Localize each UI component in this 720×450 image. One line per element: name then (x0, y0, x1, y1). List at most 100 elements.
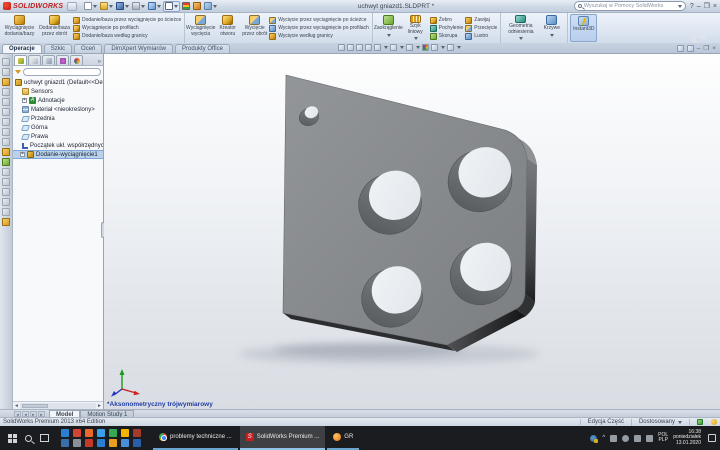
tree-item-origin[interactable]: Początek ukł. współrzędnych (20, 141, 103, 150)
taskbar-search-icon[interactable] (25, 435, 32, 442)
tab-szkic[interactable]: Szkic (44, 44, 72, 53)
mirror-button[interactable]: Lustro (465, 32, 497, 40)
tab-produkty-office[interactable]: Produkty Office (175, 44, 230, 53)
toolbar-icon[interactable] (2, 78, 10, 86)
boundary-cut-button[interactable]: Wycięcie według granicy (269, 32, 369, 40)
undo-button[interactable] (147, 1, 162, 12)
scrollbar-thumb[interactable] (22, 404, 48, 408)
reference-geometry-dropdown-icon[interactable] (519, 37, 523, 42)
tree-horizontal-scrollbar[interactable]: ◄ ► (13, 401, 103, 409)
doc-minimize-icon[interactable]: – (697, 44, 701, 53)
revolved-cut-button[interactable]: Wycięcie przez obrót (241, 14, 268, 42)
tree-filter-input[interactable] (23, 68, 101, 76)
help-search-box[interactable]: Wyszukaj w Pomocy SolidWorks (574, 1, 686, 11)
pane-icon-1[interactable] (677, 45, 684, 52)
graphics-area[interactable]: *Aksonometryczny trójwymiarowy (104, 54, 720, 409)
open-button[interactable] (99, 1, 114, 12)
tree-item-sensors[interactable]: Sensors (20, 87, 103, 96)
select-button[interactable] (163, 1, 180, 12)
toolbar-icon[interactable] (2, 168, 10, 176)
tag-status[interactable] (689, 419, 710, 425)
tree-item-gorna[interactable]: Górna (20, 123, 103, 132)
hole-wizard-button[interactable]: Kreator otworu (214, 14, 241, 42)
appearance-button[interactable] (203, 1, 218, 12)
instant3d-toggle[interactable]: Instant3D (570, 14, 597, 42)
fillet-dropdown-icon[interactable] (387, 34, 391, 39)
toolbar-icon[interactable] (2, 148, 10, 156)
units-selector[interactable]: Dostosowany (631, 419, 689, 426)
tray-chevron-icon[interactable]: ^ (602, 435, 605, 441)
displaymanager-tab[interactable] (70, 55, 83, 65)
shell-button[interactable]: Skorupa (430, 32, 463, 40)
volume-icon[interactable] (634, 435, 641, 442)
linear-pattern-dropdown-icon[interactable] (414, 37, 418, 42)
pinned-app-icon[interactable] (73, 429, 81, 437)
part-model[interactable] (104, 54, 720, 409)
pinned-app-icon[interactable] (109, 439, 117, 447)
toolbar-icon[interactable] (2, 208, 10, 216)
restore-icon[interactable]: ❐ (704, 1, 710, 12)
scroll-left-icon[interactable]: ◄ (13, 403, 20, 409)
pinned-app-icon[interactable] (61, 439, 69, 447)
start-button[interactable] (8, 434, 17, 443)
task-view-icon[interactable] (40, 434, 49, 442)
scrollbar-track[interactable] (20, 403, 96, 409)
toolbar-icon[interactable] (2, 138, 10, 146)
tree-item-material[interactable]: Materiał <nieokreślony> (20, 105, 103, 114)
doc-close-icon[interactable]: × (712, 44, 716, 53)
zoom-fit-icon[interactable] (338, 44, 345, 51)
menu-flyout-handle[interactable] (67, 2, 77, 11)
toolbar-icon[interactable] (2, 188, 10, 196)
lofted-boss-button[interactable]: Wyciągnięcie po profilach (73, 24, 181, 32)
tab-operacje[interactable]: Operacje (2, 44, 42, 53)
expand-icon[interactable]: + (22, 98, 27, 103)
pinned-app-icon[interactable] (73, 439, 81, 447)
curves-button[interactable]: Krzywe (538, 14, 565, 42)
lofted-cut-button[interactable]: Wycięcie przez wyciągnięcie po profilach (269, 24, 369, 32)
tree-item-przednia[interactable]: Przednia (20, 114, 103, 123)
rib-button[interactable]: Żebro (430, 16, 463, 24)
tree-item-prawa[interactable]: Prawa (20, 132, 103, 141)
tab-scroll-buttons[interactable]: ◄◄►► (14, 411, 45, 417)
new-document-button[interactable] (83, 1, 98, 12)
fillet-button[interactable]: Zaokrąglenie (375, 14, 402, 42)
draft-button[interactable]: Pochylenie (430, 24, 463, 32)
featuremanager-tab[interactable] (14, 55, 27, 65)
toolbar-icon[interactable] (2, 178, 10, 186)
pinned-app-icon[interactable] (97, 439, 105, 447)
intersect-button[interactable]: Przecięcie (465, 24, 497, 32)
doc-restore-icon[interactable]: ❐ (703, 44, 709, 53)
toolbar-icon[interactable] (2, 68, 10, 76)
pinned-app-icon[interactable] (121, 439, 129, 447)
pinned-app-icon[interactable] (133, 429, 141, 437)
previous-view-icon[interactable] (356, 44, 363, 51)
panel-tabs-overflow[interactable]: » (98, 59, 102, 65)
curves-dropdown-icon[interactable] (550, 34, 554, 39)
boundary-boss-button[interactable]: Dodanie/baza według granicy (73, 32, 181, 40)
swept-cut-button[interactable]: Wycięcie przez wyciągnięcie po ścieżce (269, 16, 369, 24)
display-style-icon[interactable] (390, 44, 397, 51)
tree-item-boss-extrude[interactable]: + Dodanie-wyciągnięcie1 (13, 150, 103, 159)
pinned-app-icon[interactable] (85, 439, 93, 447)
gr-task-button[interactable]: GR (327, 426, 359, 450)
toolbar-icon[interactable] (2, 118, 10, 126)
view-settings-icon[interactable] (447, 44, 454, 51)
propertymanager-tab[interactable] (28, 55, 41, 65)
language-indicator[interactable]: POL PLP (658, 433, 668, 444)
save-button[interactable] (115, 1, 130, 12)
pinned-app-icon[interactable] (133, 439, 141, 447)
tree-item-adnotacje[interactable]: + A Adnotacje (20, 96, 103, 105)
solidworks-logo[interactable]: SOLIDWORKS (3, 2, 77, 11)
wrap-button[interactable]: Zawijaj (465, 16, 497, 24)
toolbar-icon[interactable] (2, 98, 10, 106)
extruded-boss-button[interactable]: Wyciągnięcie dodania/bazy (2, 14, 37, 42)
extruded-cut-button[interactable]: Wyciągnięcie wycięcia (187, 14, 214, 42)
toolbar-icon[interactable] (2, 128, 10, 136)
pinned-app-icon[interactable] (85, 429, 93, 437)
section-view-icon[interactable] (365, 44, 372, 51)
toolbar-icon[interactable] (2, 198, 10, 206)
tree-root-item[interactable]: uchwyt gniazd1 (Default<<Defa (13, 78, 103, 87)
expand-icon[interactable]: + (20, 152, 25, 157)
pinned-app-icon[interactable] (97, 429, 105, 437)
network-icon[interactable] (646, 435, 653, 442)
